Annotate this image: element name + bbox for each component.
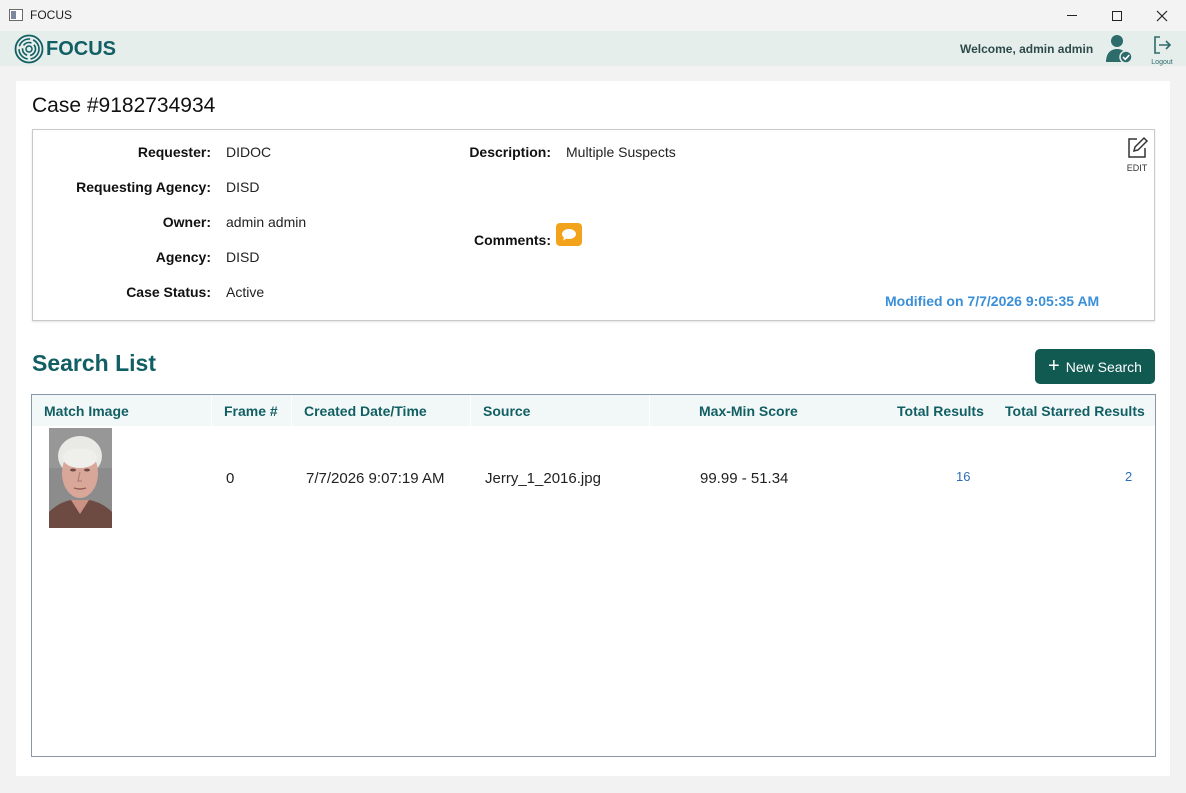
column-header-score[interactable]: Max-Min Score [699, 395, 798, 426]
logout-button[interactable]: Logout [1149, 34, 1175, 66]
comments-label: Comments: [473, 232, 551, 248]
owner-label: Owner: [162, 214, 211, 230]
requester-value: DIDOC [226, 144, 272, 160]
speech-bubble-icon [562, 228, 576, 240]
edit-label: EDIT [1126, 163, 1148, 173]
comment-icon[interactable] [556, 223, 582, 246]
new-search-label: New Search [1065, 358, 1142, 375]
maximize-button[interactable] [1094, 0, 1140, 31]
agency-value: DISD [226, 249, 260, 265]
window-title: FOCUS [30, 8, 72, 22]
focus-logo: FOCUS [14, 34, 116, 64]
search-list-table: Match Image Frame # Created Date/Time So… [31, 394, 1156, 757]
minimize-button[interactable] [1049, 0, 1095, 31]
app-header: FOCUS Welcome, admin admin Logout [0, 31, 1186, 66]
case-status-label: Case Status: [126, 284, 211, 300]
column-divider [649, 395, 650, 426]
fingerprint-logo-icon [14, 34, 44, 64]
close-button[interactable] [1139, 0, 1185, 31]
minimize-icon [1067, 15, 1077, 16]
window-titlebar: FOCUS [0, 0, 1186, 31]
logout-icon [1154, 36, 1172, 54]
plus-icon: + [1048, 354, 1060, 377]
created-cell: 7/7/2026 9:07:19 AM [306, 470, 445, 487]
match-image-thumbnail[interactable] [49, 428, 112, 528]
requesting-agency-value: DISD [226, 179, 260, 195]
edit-button[interactable]: EDIT [1124, 136, 1150, 173]
total-results-link[interactable]: 16 [956, 469, 970, 484]
source-cell: Jerry_1_2016.jpg [485, 470, 601, 487]
close-icon [1156, 10, 1168, 21]
column-header-frame[interactable]: Frame # [224, 395, 278, 426]
logo-text: FOCUS [46, 37, 116, 60]
search-list-title: Search List [32, 350, 156, 376]
logout-label: Logout [1151, 59, 1173, 66]
column-header-created[interactable]: Created Date/Time [304, 395, 427, 426]
column-header-match-image[interactable]: Match Image [44, 395, 129, 426]
column-header-total-results[interactable]: Total Results [897, 395, 984, 426]
user-verified-icon[interactable] [1104, 32, 1134, 65]
maximize-icon [1112, 10, 1122, 21]
welcome-text: Welcome, admin admin [960, 42, 1094, 56]
column-header-source[interactable]: Source [483, 395, 530, 426]
agency-label: Agency: [155, 249, 211, 265]
edit-icon [1128, 136, 1149, 158]
column-header-total-starred[interactable]: Total Starred Results [1005, 395, 1145, 426]
requesting-agency-label: Requesting Agency: [76, 179, 211, 195]
description-label: Description: [469, 144, 551, 160]
column-divider [291, 395, 292, 426]
score-cell: 99.99 - 51.34 [700, 470, 789, 487]
requester-label: Requester: [137, 144, 211, 160]
new-search-button[interactable]: + New Search [1035, 349, 1155, 384]
column-divider [470, 395, 471, 426]
total-starred-link[interactable]: 2 [1125, 469, 1132, 484]
owner-value: admin admin [226, 214, 307, 230]
frame-cell: 0 [226, 470, 235, 487]
column-divider [211, 395, 212, 426]
case-title: Case #9182734934 [32, 94, 216, 117]
description-value: Multiple Suspects [566, 144, 676, 160]
case-status-value: Active [226, 284, 265, 300]
modified-timestamp: Modified on 7/7/2026 9:05:35 AM [885, 293, 1100, 309]
face-photo [49, 428, 112, 528]
table-header: Match Image Frame # Created Date/Time So… [32, 395, 1155, 426]
app-window-icon [9, 9, 23, 21]
